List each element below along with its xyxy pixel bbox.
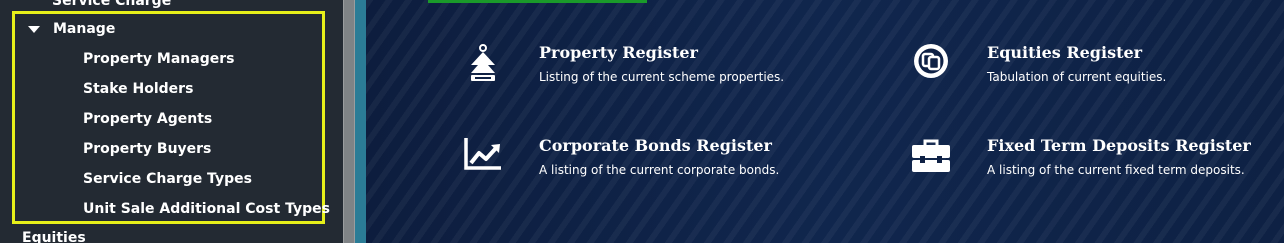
sidebar-item-label: Manage bbox=[53, 21, 116, 37]
equities-icon bbox=[914, 44, 948, 78]
sidebar-item-service-charge-types[interactable]: Service Charge Types bbox=[83, 168, 330, 198]
sidebar-item-property-buyers[interactable]: Property Buyers bbox=[83, 138, 330, 168]
panel-divider bbox=[355, 0, 366, 243]
card-description: A listing of the current corporate bonds… bbox=[539, 163, 780, 177]
card-description: Listing of the current scheme properties… bbox=[539, 70, 785, 84]
main-content: Property Register Listing of the current… bbox=[366, 0, 1284, 243]
card-corporate-bonds-register[interactable]: Corporate Bonds Register A listing of th… bbox=[463, 136, 883, 196]
card-description: A listing of the current fixed term depo… bbox=[987, 163, 1245, 177]
toolbox-icon bbox=[912, 139, 950, 172]
card-description: Tabulation of current equities. bbox=[987, 70, 1167, 84]
sidebar-item-equities[interactable]: Equities bbox=[22, 229, 86, 243]
sidebar-item-stake-holders[interactable]: Stake Holders bbox=[83, 78, 330, 108]
sidebar-item-property-agents[interactable]: Property Agents bbox=[83, 108, 330, 138]
scrollbar-thumb[interactable] bbox=[344, 0, 354, 243]
sidebar: Service Charge Manage Property Managers … bbox=[0, 0, 343, 243]
property-tree-icon bbox=[471, 44, 495, 81]
trend-chart-icon bbox=[464, 138, 501, 170]
caret-down-icon[interactable] bbox=[28, 25, 40, 33]
sidebar-item-property-managers[interactable]: Property Managers bbox=[83, 48, 330, 78]
sidebar-item-unit-sale-additional-cost-types[interactable]: Unit Sale Additional Cost Types bbox=[83, 198, 330, 228]
sidebar-item-manage[interactable]: Manage bbox=[28, 19, 115, 39]
accent-strip bbox=[428, 0, 647, 3]
card-property-register[interactable]: Property Register Listing of the current… bbox=[463, 43, 883, 103]
card-fixed-term-deposits-register[interactable]: Fixed Term Deposits Register A listing o… bbox=[911, 136, 1284, 196]
manage-submenu: Property Managers Stake Holders Property… bbox=[83, 48, 330, 228]
card-title[interactable]: Fixed Term Deposits Register bbox=[987, 136, 1251, 155]
sidebar-item-service-charge[interactable]: Service Charge bbox=[52, 0, 171, 10]
card-title[interactable]: Equities Register bbox=[987, 43, 1142, 62]
card-title[interactable]: Property Register bbox=[539, 43, 698, 62]
card-equities-register[interactable]: Equities Register Tabulation of current … bbox=[911, 43, 1284, 103]
sidebar-scrollbar[interactable] bbox=[343, 0, 355, 243]
card-title[interactable]: Corporate Bonds Register bbox=[539, 136, 772, 155]
